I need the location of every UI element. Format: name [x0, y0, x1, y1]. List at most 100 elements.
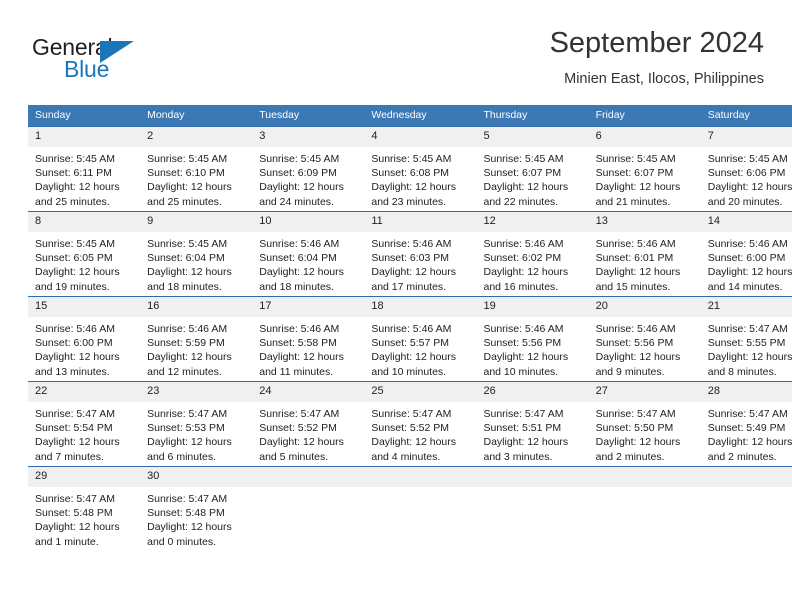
sunset-text: Sunset: 6:11 PM: [35, 167, 112, 180]
calendar-day-cell[interactable]: 1 Sunrise: 5:45 AM Sunset: 6:11 PM Daylight…: [28, 126, 141, 212]
daylight-text: Daylight: 12 hours and 8 minutes.: [707, 351, 792, 378]
sunset-text: Sunset: 6:06 PM: [707, 167, 786, 180]
calendar-day-cell[interactable]: 23 Sunrise: 5:47 AM Sunset: 5:53 PM Dayligh…: [140, 381, 253, 467]
day-details: Sunrise: 5:46 AM Sunset: 5:56 PM Daylight:…: [589, 317, 701, 379]
daylight-text: Daylight: 12 hours and 20 minutes.: [707, 181, 792, 208]
day-number: 20: [588, 297, 701, 317]
daylight-text: Daylight: 12 hours and 11 minutes.: [259, 351, 344, 378]
daylight-text: Daylight: 12 hours and 9 minutes.: [595, 351, 681, 378]
calendar-empty-cell: [476, 466, 589, 551]
sunrise-text: Sunrise: 5:46 AM: [147, 323, 228, 335]
day-number: 23: [140, 382, 253, 402]
day-number: 28: [700, 382, 792, 402]
day-number: 4: [364, 127, 477, 147]
day-details: Sunrise: 5:45 AM Sunset: 6:08 PM Daylight:…: [364, 147, 476, 209]
sunset-text: Sunset: 5:59 PM: [147, 337, 225, 350]
day-number: 1: [28, 127, 141, 147]
calendar-day-cell[interactable]: 18 Sunrise: 5:46 AM Sunset: 5:57 PM Dayligh…: [364, 296, 477, 382]
calendar-day-cell[interactable]: 19 Sunrise: 5:46 AM Sunset: 5:56 PM Dayligh…: [476, 296, 589, 382]
sunrise-text: Sunrise: 5:46 AM: [707, 238, 788, 250]
calendar-day-cell[interactable]: 3 Sunrise: 5:45 AM Sunset: 6:09 PM Daylight…: [252, 126, 365, 212]
calendar-day-cell[interactable]: 2 Sunrise: 5:45 AM Sunset: 6:10 PM Daylight…: [140, 126, 253, 212]
daylight-text: Daylight: 12 hours and 1 minute.: [35, 521, 120, 548]
sunset-text: Sunset: 5:51 PM: [483, 422, 562, 435]
calendar-day-cell[interactable]: 6 Sunrise: 5:45 AM Sunset: 6:07 PM Daylight…: [588, 126, 701, 212]
day-details: Sunrise: 5:45 AM Sunset: 6:07 PM Daylight:…: [589, 147, 701, 209]
day-details: Sunrise: 5:46 AM Sunset: 5:58 PM Daylight:…: [252, 317, 364, 379]
day-number: 25: [364, 382, 477, 402]
calendar-day-cell[interactable]: 29 Sunrise: 5:47 AM Sunset: 5:48 PM Dayligh…: [28, 466, 141, 551]
calendar-day-cell[interactable]: 30 Sunrise: 5:47 AM Sunset: 5:48 PM Dayligh…: [140, 466, 253, 551]
calendar-day-cell[interactable]: 11 Sunrise: 5:46 AM Sunset: 6:03 PM Dayligh…: [364, 211, 477, 297]
weekday-header-friday: Friday: [588, 105, 701, 127]
calendar-day-cell[interactable]: 10 Sunrise: 5:46 AM Sunset: 6:04 PM Dayligh…: [252, 211, 365, 297]
calendar-day-cell[interactable]: 4 Sunrise: 5:45 AM Sunset: 6:08 PM Daylight…: [364, 126, 477, 212]
sunset-text: Sunset: 5:56 PM: [483, 337, 562, 350]
calendar-day-cell[interactable]: 28 Sunrise: 5:47 AM Sunset: 5:49 PM Dayligh…: [700, 381, 792, 467]
calendar-week-row: 15 Sunrise: 5:46 AM Sunset: 6:00 PM Dayligh…: [28, 296, 792, 382]
calendar-empty-cell: [252, 466, 365, 551]
calendar-day-cell[interactable]: 22 Sunrise: 5:47 AM Sunset: 5:54 PM Dayligh…: [28, 381, 141, 467]
calendar-day-cell[interactable]: 8 Sunrise: 5:45 AM Sunset: 6:05 PM Daylight…: [28, 211, 141, 297]
calendar-empty-cell: [700, 466, 792, 551]
title-block: September 2024 Minien East, Ilocos, Phil…: [550, 26, 764, 89]
sunset-text: Sunset: 5:52 PM: [371, 422, 450, 435]
calendar-day-cell[interactable]: 9 Sunrise: 5:45 AM Sunset: 6:04 PM Daylight…: [140, 211, 253, 297]
weekday-header-monday: Monday: [140, 105, 253, 127]
day-number: 29: [28, 467, 141, 487]
daylight-text: Daylight: 12 hours and 2 minutes.: [707, 436, 792, 463]
sunrise-text: Sunrise: 5:47 AM: [147, 408, 228, 420]
sunrise-text: Sunrise: 5:47 AM: [707, 408, 788, 420]
daylight-text: Daylight: 12 hours and 5 minutes.: [259, 436, 344, 463]
calendar-day-cell[interactable]: 12 Sunrise: 5:46 AM Sunset: 6:02 PM Dayligh…: [476, 211, 589, 297]
calendar-day-cell[interactable]: 7 Sunrise: 5:45 AM Sunset: 6:06 PM Daylight…: [700, 126, 792, 212]
daylight-text: Daylight: 12 hours and 12 minutes.: [147, 351, 232, 378]
calendar-day-cell[interactable]: 16 Sunrise: 5:46 AM Sunset: 5:59 PM Dayligh…: [140, 296, 253, 382]
page-subtitle: Minien East, Ilocos, Philippines: [564, 71, 764, 87]
calendar-page: General Blue September 2024 Minien East,…: [0, 0, 792, 612]
weekday-header-saturday: Saturday: [700, 105, 792, 127]
sunrise-text: Sunrise: 5:45 AM: [147, 238, 228, 250]
sunrise-text: Sunrise: 5:45 AM: [371, 153, 452, 165]
calendar-day-cell[interactable]: 27 Sunrise: 5:47 AM Sunset: 5:50 PM Dayligh…: [588, 381, 701, 467]
sunrise-text: Sunrise: 5:47 AM: [483, 408, 564, 420]
sunrise-text: Sunrise: 5:47 AM: [35, 493, 115, 505]
calendar-day-cell[interactable]: 21 Sunrise: 5:47 AM Sunset: 5:55 PM Dayligh…: [700, 296, 792, 382]
calendar-day-cell[interactable]: 13 Sunrise: 5:46 AM Sunset: 6:01 PM Dayligh…: [588, 211, 701, 297]
calendar-day-cell[interactable]: 5 Sunrise: 5:45 AM Sunset: 6:07 PM Daylight…: [476, 126, 589, 212]
calendar-day-cell[interactable]: 25 Sunrise: 5:47 AM Sunset: 5:52 PM Dayligh…: [364, 381, 477, 467]
daylight-text: Daylight: 12 hours and 18 minutes.: [259, 266, 344, 293]
day-number: [252, 467, 365, 487]
calendar-day-cell[interactable]: 17 Sunrise: 5:46 AM Sunset: 5:58 PM Dayligh…: [252, 296, 365, 382]
day-details: Sunrise: 5:47 AM Sunset: 5:54 PM Daylight:…: [28, 402, 140, 464]
sunset-text: Sunset: 5:50 PM: [595, 422, 674, 435]
logo-text-blue: Blue: [64, 56, 110, 82]
daylight-text: Daylight: 12 hours and 24 minutes.: [259, 181, 344, 208]
sunset-text: Sunset: 5:55 PM: [707, 337, 786, 350]
calendar-day-cell[interactable]: 15 Sunrise: 5:46 AM Sunset: 6:00 PM Dayligh…: [28, 296, 141, 382]
daylight-text: Daylight: 12 hours and 21 minutes.: [595, 181, 681, 208]
day-details: Sunrise: 5:45 AM Sunset: 6:10 PM Daylight:…: [140, 147, 252, 209]
calendar-day-cell[interactable]: 26 Sunrise: 5:47 AM Sunset: 5:51 PM Dayligh…: [476, 381, 589, 467]
calendar-day-cell[interactable]: 14 Sunrise: 5:46 AM Sunset: 6:00 PM Dayligh…: [700, 211, 792, 297]
day-details: Sunrise: 5:46 AM Sunset: 5:57 PM Daylight:…: [364, 317, 476, 379]
sunset-text: Sunset: 5:48 PM: [35, 507, 113, 520]
calendar-day-cell[interactable]: 20 Sunrise: 5:46 AM Sunset: 5:56 PM Dayligh…: [588, 296, 701, 382]
day-number: 10: [252, 212, 365, 232]
day-details: Sunrise: 5:47 AM Sunset: 5:55 PM Daylight:…: [701, 317, 792, 379]
day-number: 30: [140, 467, 253, 487]
sunset-text: Sunset: 5:57 PM: [371, 337, 450, 350]
sunrise-text: Sunrise: 5:45 AM: [35, 153, 115, 165]
calendar-header-row: Sunday Monday Tuesday Wednesday Thursday…: [28, 105, 792, 127]
day-details: Sunrise: 5:47 AM Sunset: 5:51 PM Daylight:…: [477, 402, 589, 464]
day-details: Sunrise: 5:46 AM Sunset: 6:02 PM Daylight:…: [477, 232, 589, 294]
page-title: September 2024: [549, 27, 764, 59]
day-details: Sunrise: 5:47 AM Sunset: 5:52 PM Daylight:…: [252, 402, 364, 464]
day-details: Sunrise: 5:45 AM Sunset: 6:07 PM Daylight:…: [477, 147, 589, 209]
sunrise-text: Sunrise: 5:46 AM: [35, 323, 115, 335]
calendar-grid: Sunday Monday Tuesday Wednesday Thursday…: [28, 105, 792, 551]
day-number: [700, 467, 792, 487]
calendar-body: 1 Sunrise: 5:45 AM Sunset: 6:11 PM Daylight…: [28, 126, 792, 551]
sunrise-text: Sunrise: 5:45 AM: [595, 153, 676, 165]
calendar-day-cell[interactable]: 24 Sunrise: 5:47 AM Sunset: 5:52 PM Dayligh…: [252, 381, 365, 467]
